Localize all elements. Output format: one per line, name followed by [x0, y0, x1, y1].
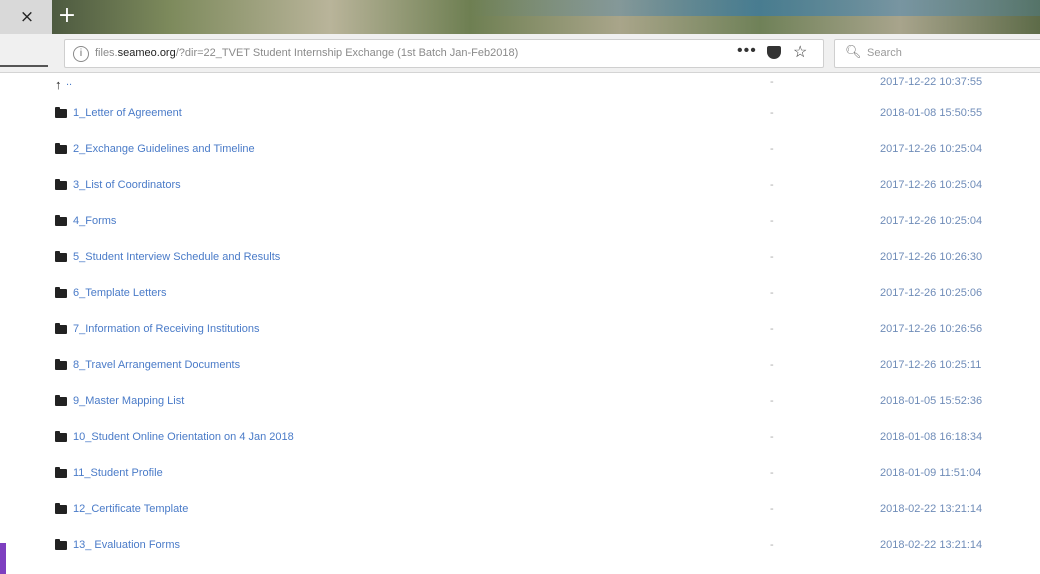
url-domain: seameo.org [117, 47, 176, 59]
toolbar-divider [0, 65, 48, 67]
folder-row[interactable]: 7_Information of Receiving Institutions … [0, 312, 1040, 348]
folder-link[interactable]: 5_Student Interview Schedule and Results [73, 251, 280, 263]
search-icon: 🔍︎ [845, 44, 862, 59]
pocket-icon[interactable] [767, 46, 781, 59]
folder-row[interactable]: 3_List of Coordinators - 2017-12-26 10:2… [0, 168, 1040, 204]
folder-row[interactable]: 2_Exchange Guidelines and Timeline - 201… [0, 132, 1040, 168]
folder-icon [55, 431, 67, 442]
modified-date: 2018-02-22 13:21:14 [880, 539, 983, 551]
file-size: - [770, 287, 774, 299]
file-size: - [770, 539, 774, 551]
modified-date: 2017-12-26 10:25:06 [880, 287, 983, 299]
url-path: /?dir=22_TVET Student Internship Exchang… [175, 47, 519, 59]
file-size: - [770, 431, 774, 443]
close-tab-icon[interactable]: × [16, 7, 38, 27]
modified-date: 2017-12-26 10:26:30 [880, 251, 983, 263]
folder-row[interactable]: 12_Certificate Template - 2018-02-22 13:… [0, 492, 1040, 528]
file-size: - [770, 251, 774, 263]
folder-icon [55, 539, 67, 550]
folder-icon [55, 215, 67, 226]
folder-row[interactable]: 1_Letter of Agreement - 2018-01-08 15:50… [0, 96, 1040, 132]
folder-link[interactable]: 9_Master Mapping List [73, 395, 184, 407]
folder-link[interactable]: 6_Template Letters [73, 287, 167, 299]
folder-icon [55, 179, 67, 190]
folder-link[interactable]: 13_ Evaluation Forms [73, 539, 180, 551]
modified-date: 2018-02-22 13:21:14 [880, 503, 983, 515]
folder-row[interactable]: 5_Student Interview Schedule and Results… [0, 240, 1040, 276]
file-size: - [770, 467, 774, 479]
folder-link[interactable]: 11_Student Profile [73, 467, 163, 479]
file-size: - [770, 323, 774, 335]
folder-icon [55, 251, 67, 262]
file-size: - [770, 107, 774, 119]
search-input[interactable]: 🔍︎ Search [834, 39, 1040, 68]
folder-link[interactable]: 7_Information of Receiving Institutions [73, 323, 260, 335]
folder-row[interactable]: 6_Template Letters - 2017-12-26 10:25:06 [0, 276, 1040, 312]
folder-link[interactable]: 3_List of Coordinators [73, 179, 181, 191]
address-text[interactable]: files.seameo.org/?dir=22_TVET Student In… [95, 47, 518, 59]
folder-link[interactable]: 10_Student Online Orientation on 4 Jan 2… [73, 431, 294, 443]
folder-row[interactable]: 10_Student Online Orientation on 4 Jan 2… [0, 420, 1040, 456]
parent-directory-icon: ↑ [55, 77, 62, 92]
file-size: - [770, 395, 774, 407]
folder-icon [55, 287, 67, 298]
folder-icon [55, 395, 67, 406]
folder-icon [55, 323, 67, 334]
folder-link[interactable]: 12_Certificate Template [73, 503, 188, 515]
folder-icon [55, 467, 67, 478]
parent-directory-link[interactable]: .. [66, 76, 72, 88]
search-placeholder: Search [867, 47, 902, 59]
folder-row[interactable]: 4_Forms - 2017-12-26 10:25:04 [0, 204, 1040, 240]
modified-date: 2017-12-26 10:25:04 [880, 179, 983, 191]
folder-icon [55, 359, 67, 370]
folder-link[interactable]: 4_Forms [73, 215, 116, 227]
file-size: - [770, 143, 774, 155]
modified-date: 2018-01-08 16:18:34 [880, 431, 983, 443]
folder-row[interactable]: 11_Student Profile - 2018-01-09 11:51:04 [0, 456, 1040, 492]
page-banner-strip [470, 0, 1040, 16]
folder-link[interactable]: 1_Letter of Agreement [73, 107, 182, 119]
modified-date: 2017-12-26 10:25:11 [880, 359, 982, 371]
address-bar[interactable]: i files.seameo.org/?dir=22_TVET Student … [64, 39, 824, 68]
info-icon[interactable]: i [73, 46, 89, 62]
url-prefix: files. [95, 47, 118, 59]
new-tab-icon[interactable]: + [56, 5, 78, 27]
modified-date: 2017-12-26 10:25:04 [880, 143, 983, 155]
modified-date: 2017-12-22 10:37:55 [880, 76, 983, 88]
folder-icon [55, 143, 67, 154]
modified-date: 2018-01-09 11:51:04 [880, 467, 982, 479]
modified-date: 2017-12-26 10:25:04 [880, 215, 983, 227]
folder-icon [55, 107, 67, 118]
modified-date: 2018-01-05 15:52:36 [880, 395, 983, 407]
modified-date: 2017-12-26 10:26:56 [880, 323, 983, 335]
file-size: - [770, 503, 774, 515]
folder-icon [55, 503, 67, 514]
folder-link[interactable]: 8_Travel Arrangement Documents [73, 359, 240, 371]
folder-link[interactable]: 2_Exchange Guidelines and Timeline [73, 143, 255, 155]
folder-row[interactable]: 8_Travel Arrangement Documents - 2017-12… [0, 348, 1040, 384]
bookmark-star-icon[interactable]: ☆ [793, 42, 807, 62]
slide-accent-bar [0, 543, 6, 574]
file-size: - [770, 179, 774, 191]
modified-date: 2018-01-08 15:50:55 [880, 107, 983, 119]
tab-bar: × + [0, 0, 1040, 34]
file-size: - [770, 76, 774, 88]
folder-row[interactable]: 13_ Evaluation Forms - 2018-02-22 13:21:… [0, 528, 1040, 564]
page-actions-menu-icon[interactable]: ••• [737, 42, 757, 60]
folder-row[interactable]: 9_Master Mapping List - 2018-01-05 15:52… [0, 384, 1040, 420]
file-size: - [770, 215, 774, 227]
directory-listing: ↑ .. - 2017-12-22 10:37:55 1_Letter of A… [0, 72, 1040, 574]
file-size: - [770, 359, 774, 371]
navigation-bar: i files.seameo.org/?dir=22_TVET Student … [0, 34, 1040, 73]
